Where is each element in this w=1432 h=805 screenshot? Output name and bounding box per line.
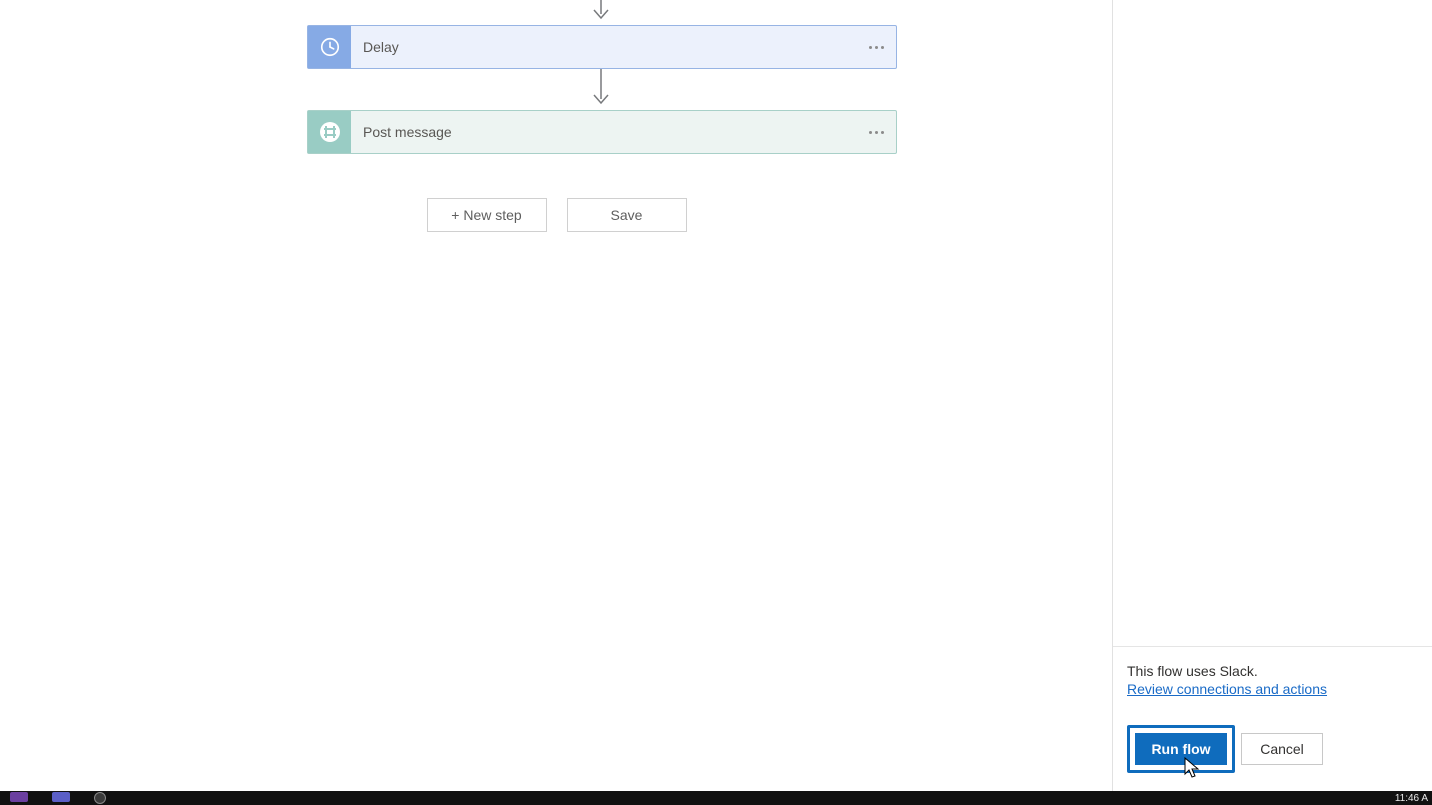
taskbar[interactable]: 11:46 A [0,791,1432,805]
flow-card-label: Post message [351,124,856,140]
run-flow-button[interactable]: Run flow [1135,733,1227,765]
flow-arrow [591,0,611,24]
panel-action-row: Run flow Cancel [1127,725,1418,773]
review-connections-link[interactable]: Review connections and actions [1127,681,1327,697]
run-flow-panel-body [1113,0,1432,646]
card-menu-button[interactable] [856,111,896,153]
run-flow-focus-ring: Run flow [1127,725,1235,773]
slack-hash-icon [308,111,351,153]
uses-connector-text: This flow uses Slack. [1127,663,1418,679]
flow-footer-actions: + New step Save [0,198,1113,232]
taskbar-app-icon[interactable] [52,792,70,802]
card-menu-button[interactable] [856,26,896,68]
clock-icon [308,26,351,68]
taskbar-clock: 11:46 A [1395,793,1432,804]
flow-card-label: Delay [351,39,856,55]
flow-arrow [591,69,611,109]
run-flow-panel-footer: This flow uses Slack. Review connections… [1113,646,1432,791]
flow-card-delay[interactable]: Delay [307,25,897,69]
taskbar-app-icon[interactable] [10,792,28,802]
taskbar-app-icon[interactable] [94,792,106,804]
run-flow-panel: This flow uses Slack. Review connections… [1113,0,1432,791]
save-button[interactable]: Save [567,198,687,232]
flow-card-post-message[interactable]: Post message [307,110,897,154]
flow-canvas: Delay Post message + New step S [0,0,1113,791]
new-step-button[interactable]: + New step [427,198,547,232]
cancel-button[interactable]: Cancel [1241,733,1323,765]
taskbar-apps [0,792,106,804]
